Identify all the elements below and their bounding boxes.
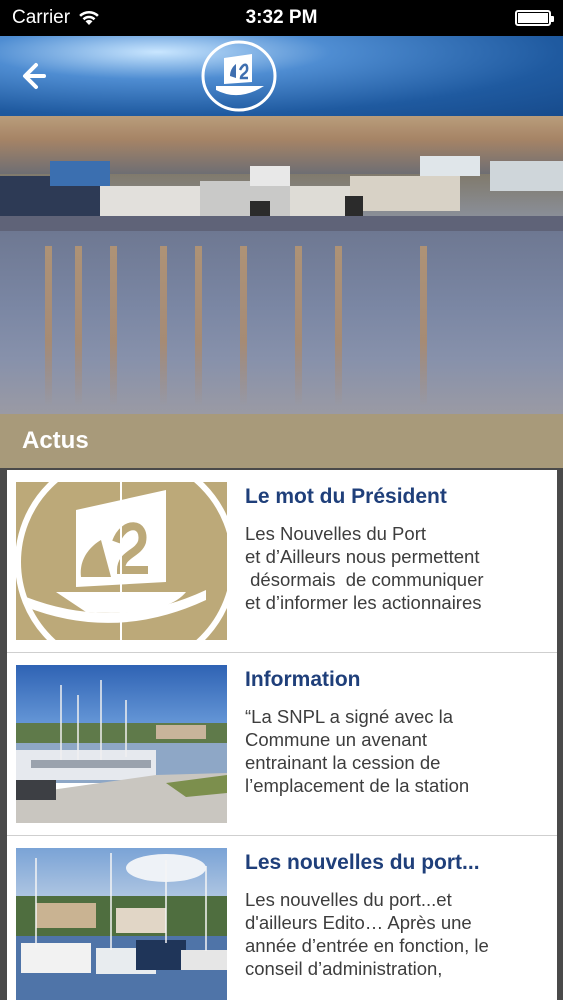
reflection-line bbox=[240, 246, 247, 406]
logo-image bbox=[16, 482, 227, 640]
reflection-line bbox=[420, 246, 427, 406]
carrier-label: Carrier bbox=[12, 7, 71, 28]
section-title: Actus bbox=[22, 427, 89, 454]
battery-icon bbox=[515, 10, 554, 26]
header-banner bbox=[0, 36, 563, 414]
section-header-actus: Actus bbox=[0, 414, 563, 468]
marina-photo bbox=[16, 665, 227, 823]
reflection-line bbox=[195, 246, 202, 406]
reflection-line bbox=[75, 246, 82, 406]
news-list[interactable]: Le mot du Président Les Nouvelles du Por… bbox=[7, 470, 557, 1000]
news-title: Le mot du Président bbox=[245, 485, 447, 508]
news-excerpt: Les nouvelles du port...et d'ailleurs Ed… bbox=[245, 889, 489, 979]
status-bar: Carrier 3:32 PM bbox=[0, 0, 563, 36]
news-title: Information bbox=[245, 668, 361, 691]
news-item-information[interactable]: Information “La SNPL a signé avec la Com… bbox=[7, 653, 557, 836]
reflection-line bbox=[335, 246, 342, 406]
wifi-icon bbox=[79, 10, 99, 25]
back-arrow-icon[interactable] bbox=[14, 58, 50, 94]
boat-logo-icon bbox=[201, 40, 277, 112]
status-left: Carrier bbox=[12, 7, 100, 29]
reflection-line bbox=[160, 246, 167, 406]
news-excerpt: Les Nouvelles du Port et d’Ailleurs nous… bbox=[245, 523, 484, 613]
reflection-line bbox=[45, 246, 52, 406]
news-title: Les nouvelles du port... bbox=[245, 851, 480, 874]
news-item-port-news[interactable]: Les nouvelles du port... Les nouvelles d… bbox=[7, 836, 557, 1000]
sky-background bbox=[0, 36, 563, 116]
harbor-photo bbox=[16, 848, 227, 1000]
news-item-president[interactable]: Le mot du Président Les Nouvelles du Por… bbox=[7, 470, 557, 653]
reflection-line bbox=[110, 246, 117, 406]
reflection-line bbox=[295, 246, 302, 406]
water-reflection bbox=[0, 231, 563, 414]
news-excerpt: “La SNPL a signé avec la Commune un aven… bbox=[245, 706, 470, 796]
